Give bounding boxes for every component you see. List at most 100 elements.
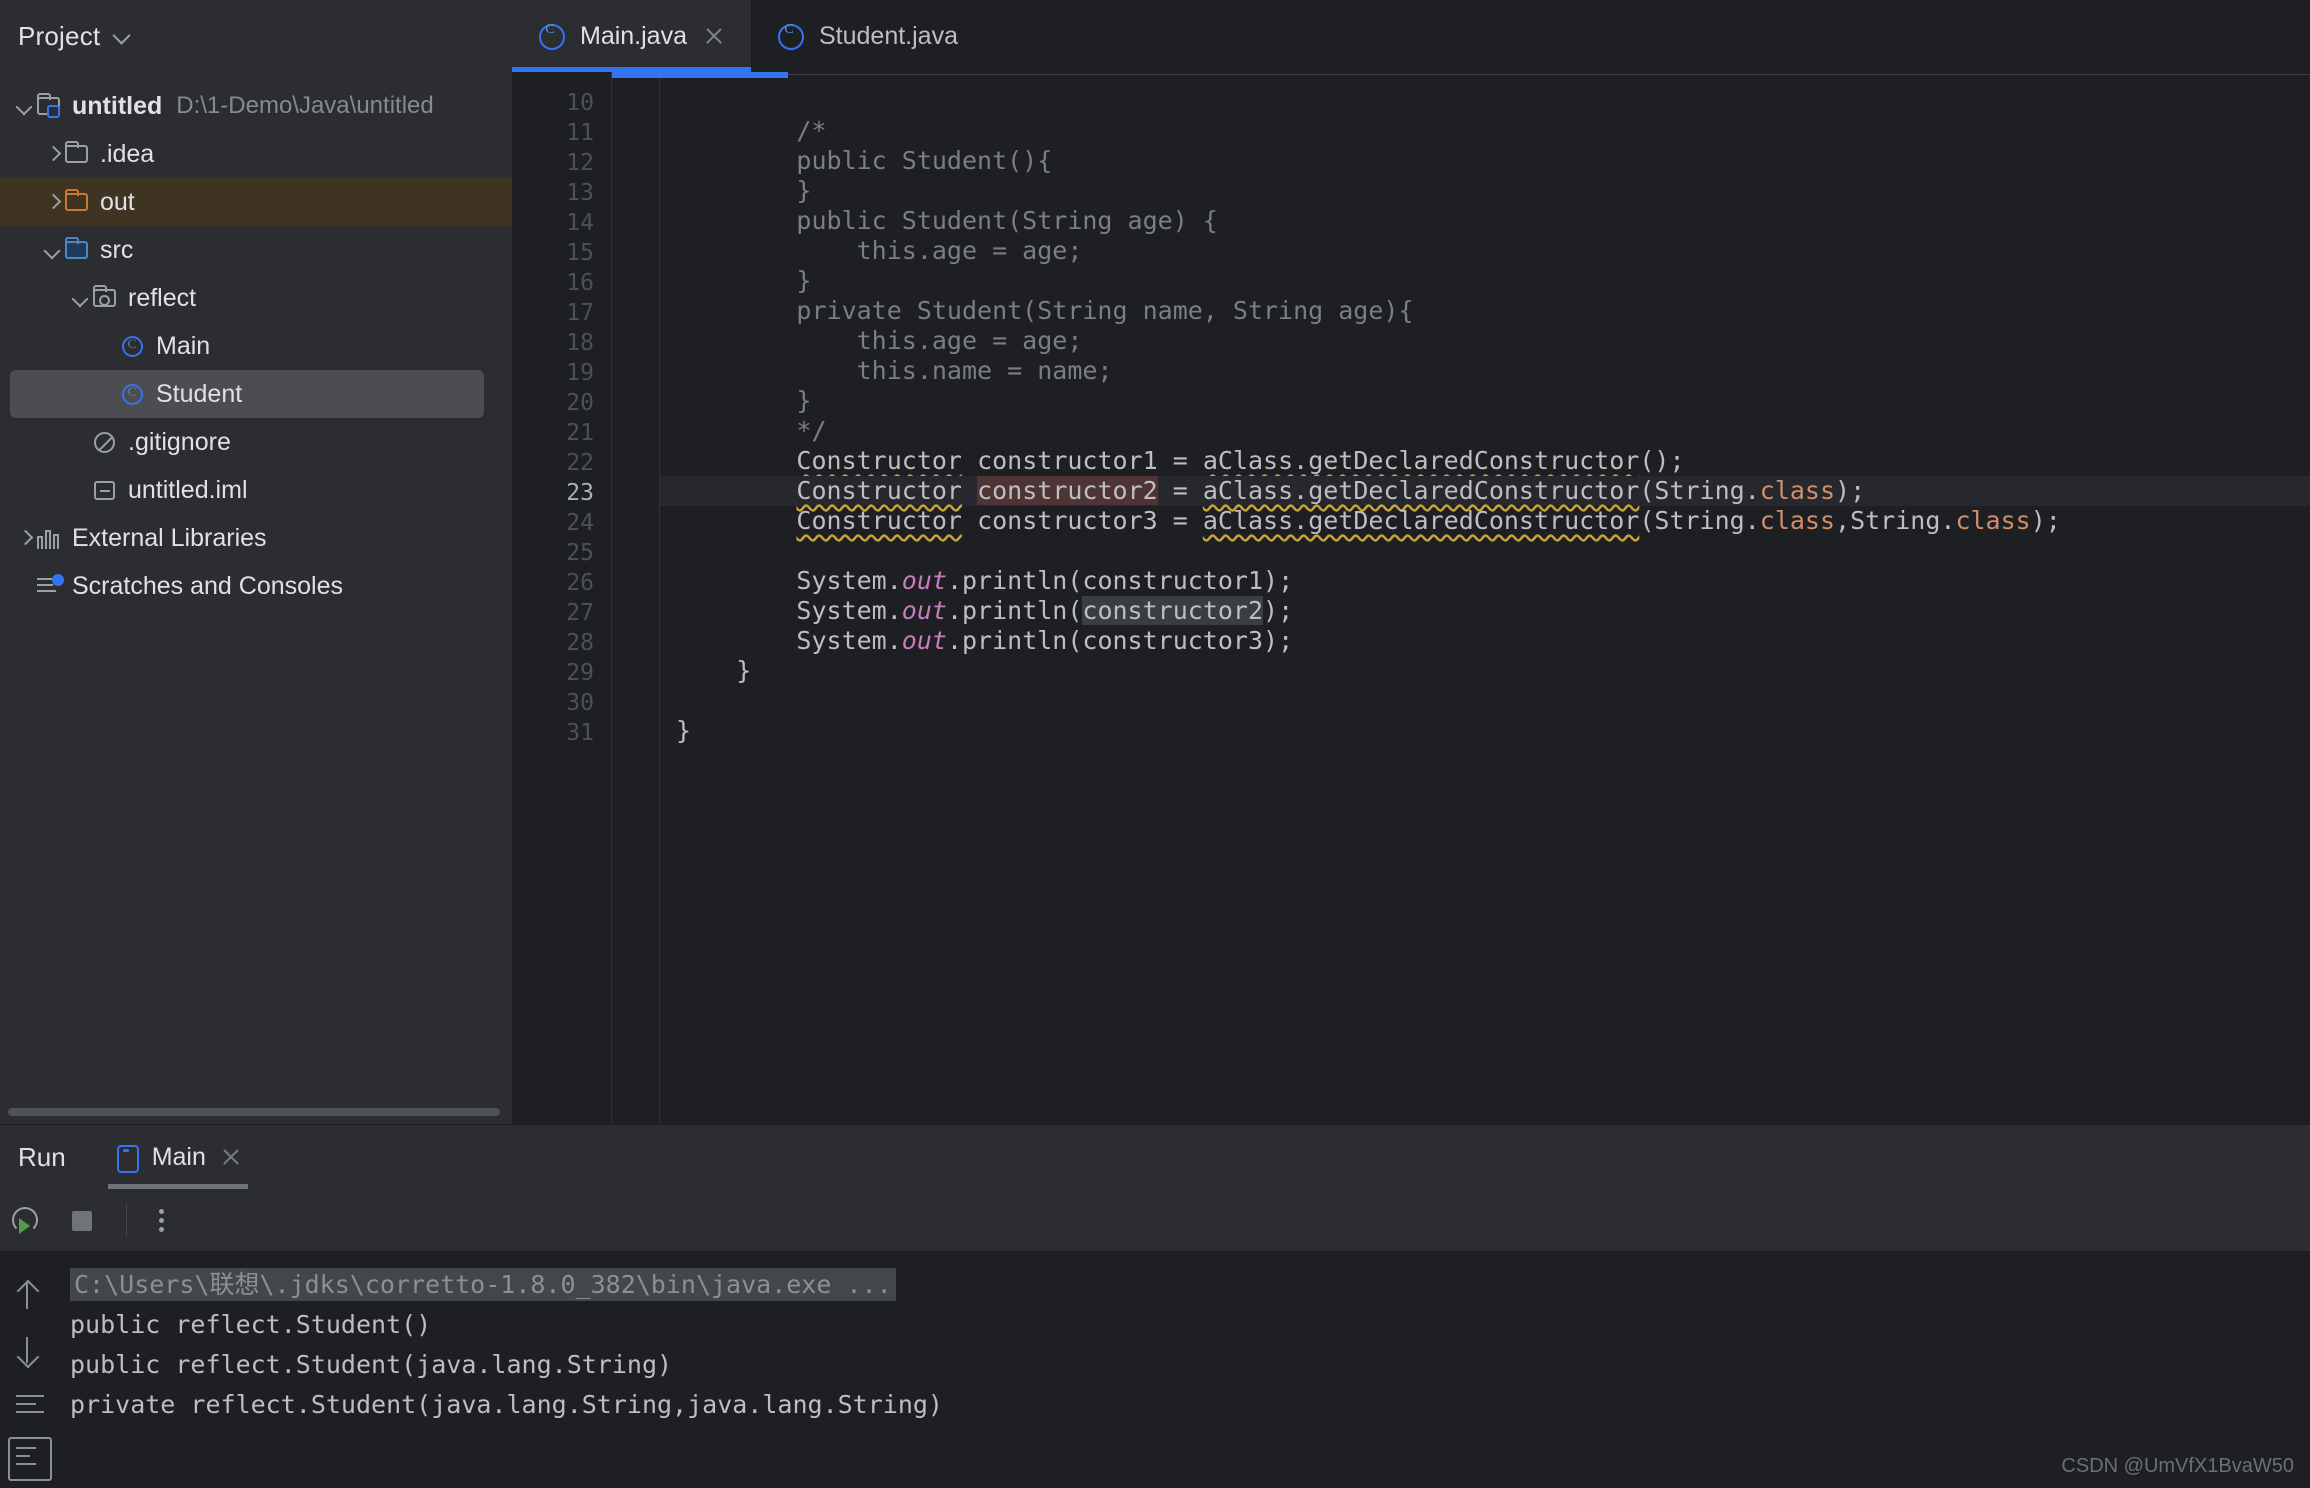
line-number: 25 bbox=[566, 540, 594, 566]
code-line[interactable]: } bbox=[660, 716, 2310, 746]
tree-expand-arrow[interactable] bbox=[42, 239, 64, 261]
code-line[interactable]: this.age = age; bbox=[660, 236, 2310, 266]
line-number: 30 bbox=[566, 690, 594, 716]
tree-item-reflect[interactable]: reflect bbox=[0, 274, 512, 322]
code-line[interactable]: System.out.println(constructor3); bbox=[660, 626, 2310, 656]
code-line-text: System.out.println(constructor3); bbox=[676, 626, 1294, 655]
code-line[interactable]: public Student(){ bbox=[660, 146, 2310, 176]
tree-item-student[interactable]: Student bbox=[10, 370, 484, 418]
tree-item-label: src bbox=[100, 235, 134, 264]
wrap-text-icon[interactable] bbox=[8, 1383, 52, 1427]
code-line[interactable]: /* bbox=[660, 116, 2310, 146]
code-line[interactable]: public Student(String age) { bbox=[660, 206, 2310, 236]
line-number: 15 bbox=[566, 240, 594, 266]
code-text[interactable]: /* public Student(){ } public Student(St… bbox=[660, 72, 2310, 1124]
tree-expand-arrow[interactable] bbox=[42, 191, 64, 213]
code-line-text: */ bbox=[676, 416, 827, 445]
code-line[interactable]: } bbox=[660, 656, 2310, 686]
main-area: Project untitled D:\1-Demo\Java\untitled.… bbox=[0, 0, 2310, 1124]
code-line[interactable]: System.out.println(constructor2); bbox=[660, 596, 2310, 626]
tree-expand-arrow[interactable] bbox=[14, 95, 36, 117]
java-class-icon bbox=[120, 334, 146, 358]
folder-source-icon bbox=[64, 237, 90, 262]
soft-wrap-icon[interactable] bbox=[8, 1437, 52, 1481]
line-number: 28 bbox=[566, 630, 594, 656]
code-line[interactable]: } bbox=[660, 266, 2310, 296]
tree-item-externallibraries[interactable]: External Libraries bbox=[0, 514, 512, 562]
tree-item-src[interactable]: src bbox=[0, 226, 512, 274]
run-tab-label: Main bbox=[151, 1142, 206, 1171]
code-line-text: private Student(String name, String age)… bbox=[676, 296, 1414, 325]
code-line[interactable]: */ bbox=[660, 416, 2310, 446]
line-number: 29 bbox=[566, 660, 594, 686]
stop-button[interactable] bbox=[56, 1189, 112, 1251]
run-header: Run Main bbox=[0, 1125, 2310, 1189]
code-area[interactable]: 10 11 12 13 14 15 16 17 18 19 20 21 22 23 24 25 26 27 28 29… bbox=[512, 72, 2310, 1124]
code-line[interactable]: Constructor constructor3 = aClass.getDec… bbox=[660, 506, 2310, 536]
code-line[interactable]: } bbox=[660, 386, 2310, 416]
code-line-text: } bbox=[676, 386, 812, 415]
run-tab-main[interactable]: Main bbox=[96, 1125, 260, 1189]
line-number: 26 bbox=[566, 570, 594, 596]
java-class-icon bbox=[777, 22, 804, 50]
tree-item-idea[interactable]: .idea bbox=[0, 130, 512, 178]
tree-item-gitignore[interactable]: .gitignore bbox=[0, 418, 512, 466]
editor-tabbar: Main.java Student.java bbox=[512, 0, 2310, 72]
code-line-text: } bbox=[676, 656, 752, 685]
close-icon[interactable] bbox=[220, 1146, 242, 1168]
line-number: 20 bbox=[566, 390, 594, 416]
tree-item-out[interactable]: out bbox=[0, 178, 512, 226]
editor-tab-main-java[interactable]: Main.java bbox=[512, 0, 751, 72]
code-line[interactable]: Constructor constructor1 = aClass.getDec… bbox=[660, 446, 2310, 476]
tree-expand-arrow[interactable] bbox=[70, 287, 92, 309]
scroll-up-icon[interactable] bbox=[8, 1275, 52, 1319]
code-line-text: System.out.println(constructor2); bbox=[676, 596, 1294, 625]
code-line[interactable]: System.out.println(constructor1); bbox=[660, 566, 2310, 596]
tree-expand-arrow[interactable] bbox=[14, 527, 36, 549]
tree-item-label: untitled.iml bbox=[128, 475, 248, 504]
fold-gutter[interactable] bbox=[612, 72, 660, 1124]
editor-pane: Main.java Student.java 10 11 12 13 14 15 16 17 18… bbox=[512, 0, 2310, 1124]
chevron-down-icon[interactable] bbox=[114, 27, 132, 45]
folder-orange-icon bbox=[64, 189, 90, 214]
code-line[interactable]: this.name = name; bbox=[660, 356, 2310, 386]
close-icon[interactable] bbox=[703, 25, 725, 47]
scroll-down-icon[interactable] bbox=[8, 1329, 52, 1373]
code-line[interactable] bbox=[660, 536, 2310, 566]
tree-item-label: reflect bbox=[128, 283, 197, 312]
project-panel-title: Project bbox=[18, 20, 101, 51]
tree-item-main[interactable]: Main bbox=[0, 322, 512, 370]
project-panel-header[interactable]: Project bbox=[0, 0, 512, 72]
toolbar-separator bbox=[126, 1203, 127, 1237]
code-line[interactable]: } bbox=[660, 176, 2310, 206]
line-number: 12 bbox=[566, 150, 594, 176]
tree-item-untitlediml[interactable]: untitled.iml bbox=[0, 466, 512, 514]
scratches-icon bbox=[36, 574, 64, 598]
package-folder-icon bbox=[92, 285, 118, 310]
code-line[interactable]: this.age = age; bbox=[660, 326, 2310, 356]
tree-item-label: Student bbox=[156, 379, 243, 408]
code-line-text: System.out.println(constructor1); bbox=[676, 566, 1294, 595]
sidebar-horizontal-scrollbar[interactable] bbox=[8, 1108, 500, 1116]
tree-expand-arrow[interactable] bbox=[42, 143, 64, 165]
tree-item-path: D:\1-Demo\Java\untitled bbox=[176, 92, 434, 119]
code-line[interactable] bbox=[660, 686, 2310, 716]
rerun-button[interactable] bbox=[0, 1189, 56, 1251]
editor-tab-student-java[interactable]: Student.java bbox=[751, 0, 984, 72]
code-line[interactable]: Constructor constructor2 = aClass.getDec… bbox=[660, 476, 2310, 506]
editor-horizontal-scrollbar[interactable] bbox=[612, 72, 788, 78]
code-line-text: this.age = age; bbox=[676, 236, 1083, 265]
console-gutter bbox=[0, 1251, 62, 1488]
code-line[interactable]: private Student(String name, String age)… bbox=[660, 296, 2310, 326]
code-line[interactable] bbox=[660, 86, 2310, 116]
line-number: 16 bbox=[566, 270, 594, 296]
tree-item-untitled[interactable]: untitled D:\1-Demo\Java\untitled bbox=[0, 82, 512, 130]
tree-item-scratchesandconsoles[interactable]: Scratches and Consoles bbox=[0, 562, 512, 610]
console-output[interactable]: C:\Users\联想\.jdks\corretto-1.8.0_382\bin… bbox=[62, 1251, 2310, 1488]
console-line: C:\Users\联想\.jdks\corretto-1.8.0_382\bin… bbox=[62, 1265, 2310, 1305]
kebab-menu-icon[interactable] bbox=[141, 1189, 181, 1251]
code-line-text: this.name = name; bbox=[676, 356, 1113, 385]
watermark: CSDN @UmVfX1BvaW50 bbox=[2061, 1455, 2294, 1477]
